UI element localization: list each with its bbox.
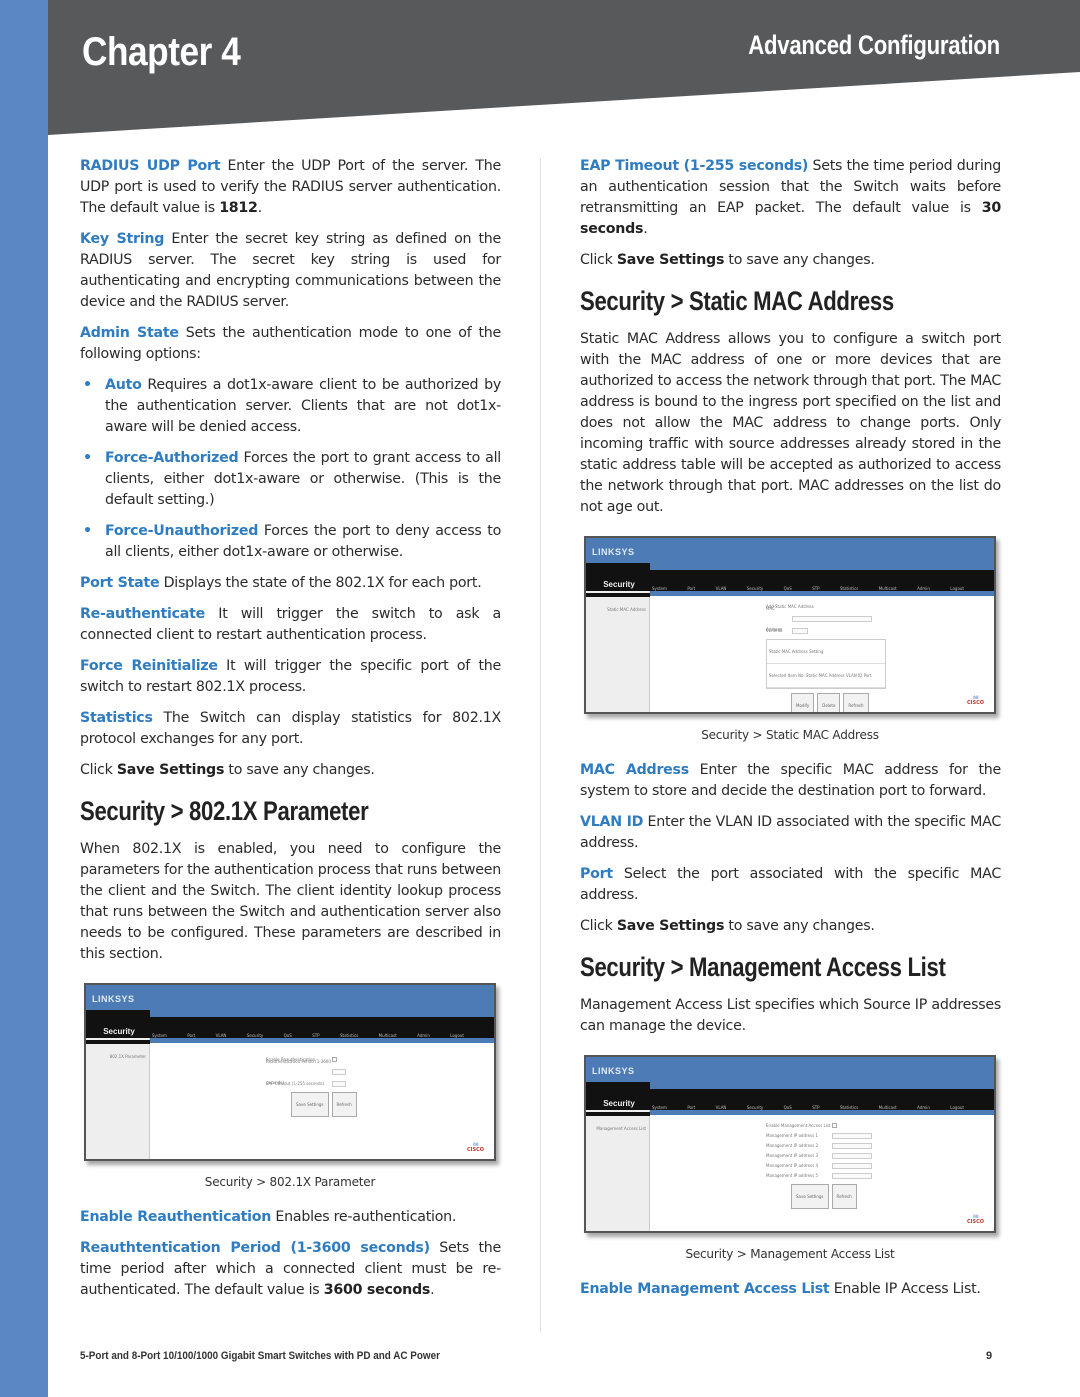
- left-column: RADIUS UDP Port Enter the UDP Port of th…: [80, 156, 501, 1311]
- linksys-logo: LINKSYS: [592, 1066, 635, 1076]
- cisco-logo: ılıılı CISCO: [966, 695, 984, 706]
- term-key-string: Key String: [80, 231, 165, 247]
- save-settings-note: Click Save Settings to save any changes.: [80, 762, 375, 778]
- statistics-desc: Statistics The Switch can display statis…: [80, 710, 501, 747]
- mac-address-desc: MAC Address Enter the specific MAC addre…: [580, 762, 1002, 799]
- save-settings-note: Click Save Settings to save any changes.: [580, 918, 875, 934]
- static-mac-intro: Static MAC Address allows you to configu…: [580, 331, 1001, 515]
- port-desc: Port Select the port associated with the…: [580, 866, 1001, 903]
- reauth-period-desc: Reauthtentication Period (1-3600 seconds…: [80, 1240, 501, 1298]
- bullet-force-authorized: • Force-Authorized Forces the port to gr…: [83, 450, 501, 508]
- cisco-logo: ılıılı CISCO: [466, 1142, 484, 1153]
- radius-udp-port-desc: RADIUS UDP Port Enter the UDP Port of th…: [80, 158, 501, 216]
- chapter-title: Chapter 4: [82, 30, 241, 74]
- vlan-id-desc: VLAN ID Enter the VLAN ID associated wit…: [580, 814, 1001, 851]
- figure-static-mac-address: LINKSYS Security System Port VLAN Security Q…: [584, 536, 996, 746]
- heading-management-access-list: Security > Management Access List: [580, 952, 946, 982]
- force-reinitialize-desc: Force Reinitialize It will trigger the s…: [80, 658, 502, 695]
- save-settings-note: Click Save Settings to save any changes.: [580, 252, 875, 268]
- screenshot-management-access-list: LINKSYS Security System Port VLAN Security Q…: [584, 1055, 996, 1233]
- bullet-icon: •: [83, 450, 92, 466]
- page-number: 9: [986, 1350, 993, 1362]
- admin-state-desc: Admin State Sets the authentication mode…: [80, 325, 501, 362]
- right-column: EAP Timeout (1-255 seconds) Sets the tim…: [580, 156, 1001, 1310]
- bullet-icon: •: [83, 523, 92, 539]
- heading-8021x-parameter: Security > 802.1X Parameter: [80, 796, 369, 826]
- 8021x-intro: When 802.1X is enabled, you need to conf…: [80, 841, 501, 962]
- heading-static-mac-address: Security > Static MAC Address: [580, 286, 894, 316]
- column-divider: [540, 158, 541, 1333]
- footer-product-name: 5-Port and 8-Port 10/100/1000 Gigabit Sm…: [80, 1350, 440, 1362]
- figure-caption: Security > Management Access List: [685, 1247, 895, 1261]
- figure-caption: Security > 802.1X Parameter: [204, 1175, 376, 1189]
- left-color-strip: [0, 0, 48, 1397]
- bullet-auto: • Auto Requires a dot1x-aware client to …: [83, 377, 501, 435]
- key-string-desc: Key String Enter the secret key string a…: [80, 231, 502, 310]
- bullet-force-unauthorized: • Force-Unauthorized Forces the port to …: [83, 523, 501, 560]
- port-state-desc: Port State Displays the state of the 802…: [80, 575, 482, 591]
- mgmt-acl-intro: Management Access List specifies which S…: [580, 997, 1001, 1034]
- cisco-logo: ılıılı CISCO: [966, 1214, 984, 1225]
- enable-reauth-desc: Enable Reauthentication Enables re-authe…: [80, 1209, 457, 1225]
- re-authenticate-desc: Re-authenticate It will trigger the swit…: [80, 606, 501, 643]
- figure-8021x-parameter: LINKSYS Security System Port VLAN Security Q…: [84, 983, 496, 1193]
- term-admin-state: Admin State: [80, 325, 179, 341]
- screenshot-static-mac-address: LINKSYS Security System Port VLAN Security Q…: [584, 536, 996, 714]
- bullet-icon: •: [83, 377, 92, 393]
- chapter-section-name: Advanced Configuration: [748, 30, 1000, 60]
- linksys-logo: LINKSYS: [592, 547, 635, 557]
- figure-management-access-list: LINKSYS Security System Port VLAN Security Q…: [584, 1055, 996, 1265]
- figure-caption: Security > Static MAC Address: [701, 728, 879, 742]
- enable-mgmt-acl-desc: Enable Management Access List Enable IP …: [580, 1281, 981, 1297]
- linksys-logo: LINKSYS: [92, 994, 135, 1004]
- screenshot-8021x-parameter: LINKSYS Security System Port VLAN Security Q…: [84, 983, 496, 1161]
- term-radius-udp-port: RADIUS UDP Port: [80, 158, 221, 174]
- eap-timeout-desc: EAP Timeout (1-255 seconds) Sets the tim…: [580, 158, 1002, 237]
